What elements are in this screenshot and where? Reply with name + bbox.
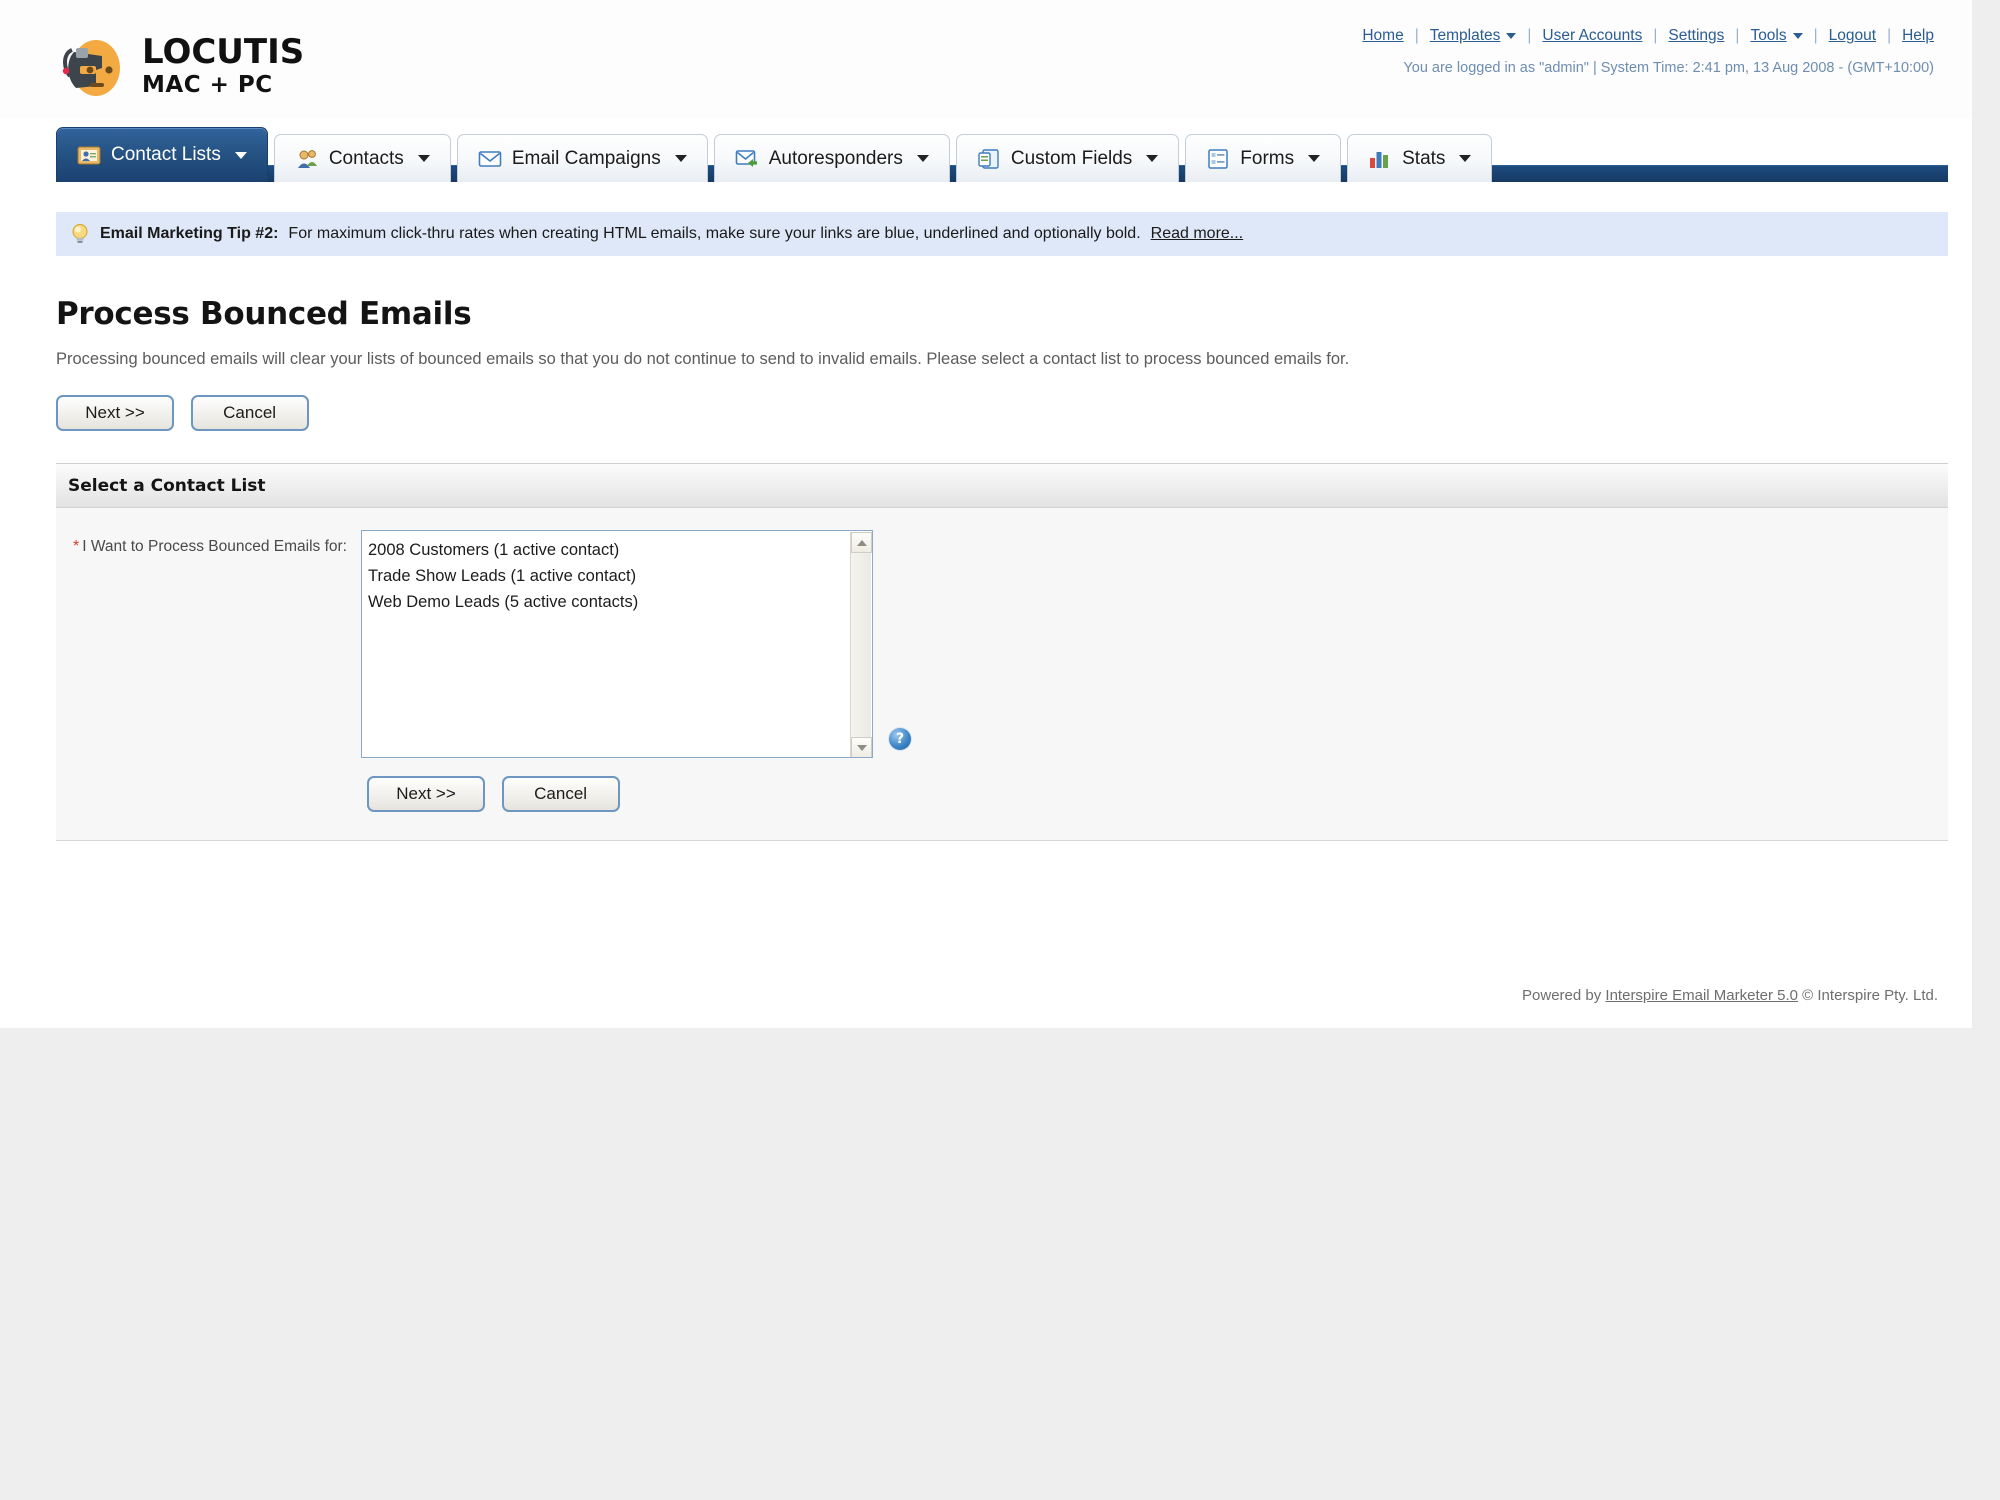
content-area: Email Marketing Tip #2: For maximum clic…	[56, 182, 1948, 961]
top-link-home[interactable]: Home	[1362, 27, 1403, 44]
contact-list-select[interactable]: 2008 Customers (1 active contact) Trade …	[361, 530, 873, 758]
tab-contacts-label: Contacts	[328, 147, 404, 169]
top-link-templates-label: Templates	[1429, 27, 1501, 44]
list-item[interactable]: 2008 Customers (1 active contact)	[368, 537, 864, 563]
nav-separator: |	[1813, 27, 1818, 44]
top-nav-links: Home | Templates | User Accounts | Settings | To…	[1362, 27, 1934, 45]
tip-text: For maximum click-thru rates when creati…	[288, 225, 1141, 242]
custom-fields-icon	[977, 148, 1001, 170]
chevron-down-icon	[417, 155, 430, 162]
tab-contacts[interactable]: Contacts	[273, 134, 451, 182]
footer-product-link[interactable]: Interspire Email Marketer 5.0	[1605, 987, 1798, 1004]
chevron-down-icon	[1308, 155, 1321, 162]
chevron-up-icon	[856, 539, 867, 546]
scroll-up-button[interactable]	[851, 532, 872, 553]
listbox-scrollbar[interactable]	[850, 532, 872, 757]
panel-header: Select a Contact List	[56, 464, 1948, 508]
envelope-icon	[478, 148, 502, 170]
tab-stats[interactable]: Stats	[1347, 134, 1493, 182]
tab-autoresponders-label: Autoresponders	[768, 147, 903, 169]
panel-body: * I Want to Process Bounced Emails for: 2…	[56, 508, 1948, 841]
nav-separator: |	[1653, 27, 1658, 44]
tip-label: Email Marketing Tip #2:	[100, 225, 279, 242]
contact-list-field-column: 2008 Customers (1 active contact) Trade …	[361, 530, 911, 758]
top-link-help[interactable]: Help	[1902, 27, 1934, 44]
tab-list: Contact Lists Contacts Email Campaigns A…	[56, 118, 1972, 182]
top-link-tools[interactable]: Tools	[1750, 27, 1803, 44]
forms-icon	[1206, 148, 1230, 170]
help-question-icon[interactable]: ?	[889, 728, 911, 750]
brand-logo[interactable]: LOCUTIS MAC + PC	[56, 30, 304, 102]
next-button-bottom[interactable]: Next >>	[367, 776, 485, 812]
cancel-button-bottom[interactable]: Cancel	[501, 776, 620, 812]
page-header: LOCUTIS MAC + PC Home | Templates | User Acc…	[0, 0, 1972, 118]
page-footer: Powered by Interspire Email Marketer 5.0…	[0, 961, 1972, 1024]
tab-custom-fields[interactable]: Custom Fields	[955, 134, 1180, 182]
footer-suffix: © Interspire Pty. Ltd.	[1802, 987, 1938, 1004]
tab-contact-lists-label: Contact Lists	[111, 144, 221, 165]
contacts-icon	[295, 148, 319, 170]
tab-custom-fields-label: Custom Fields	[1010, 147, 1133, 169]
chevron-down-icon	[234, 151, 247, 159]
contact-list-field-label: * I Want to Process Bounced Emails for:	[56, 530, 361, 556]
nav-separator: |	[1735, 27, 1740, 44]
contact-list-options: 2008 Customers (1 active contact) Trade …	[362, 531, 872, 615]
list-item[interactable]: Web Demo Leads (5 active contacts)	[368, 589, 864, 615]
top-link-user-accounts[interactable]: User Accounts	[1542, 27, 1642, 44]
scroll-down-button[interactable]	[851, 737, 872, 757]
tab-forms[interactable]: Forms	[1185, 134, 1342, 182]
contact-lists-icon	[77, 144, 101, 166]
tab-email-campaigns-label: Email Campaigns	[511, 147, 661, 169]
tab-email-campaigns[interactable]: Email Campaigns	[456, 134, 708, 182]
cancel-button-top[interactable]: Cancel	[190, 395, 309, 431]
chevron-down-icon	[1146, 155, 1159, 162]
page-title: Process Bounced Emails	[56, 296, 472, 332]
footer-prefix: Powered by	[1522, 987, 1602, 1004]
stats-bar-chart-icon	[1368, 148, 1392, 170]
top-link-settings[interactable]: Settings	[1668, 27, 1724, 44]
page-root: LOCUTIS MAC + PC Home | Templates | User Acc…	[0, 0, 2000, 1500]
contact-list-field-label-text: I Want to Process Bounced Emails for:	[82, 538, 347, 555]
select-contact-list-panel: Select a Contact List * I Want to Process…	[56, 463, 1948, 841]
tab-stats-label: Stats	[1402, 147, 1446, 169]
content-wrapper: Email Marketing Tip #2: For maximum clic…	[0, 182, 1972, 961]
form-row: * I Want to Process Bounced Emails for: 2…	[56, 530, 1948, 758]
top-action-buttons: Next >> Cancel	[56, 395, 1948, 431]
tab-contact-lists[interactable]: Contact Lists	[56, 127, 268, 182]
nav-separator: |	[1527, 27, 1532, 44]
required-marker: *	[73, 538, 80, 555]
list-item[interactable]: Trade Show Leads (1 active contact)	[368, 563, 864, 589]
brand-name: LOCUTIS	[142, 32, 305, 72]
next-button-top[interactable]: Next >>	[56, 395, 174, 431]
nav-separator: |	[1887, 27, 1892, 44]
nav-separator: |	[1414, 27, 1419, 44]
top-link-templates[interactable]: Templates	[1430, 27, 1517, 44]
chevron-down-icon	[1506, 32, 1517, 39]
page-description: Processing bounced emails will clear you…	[56, 350, 1350, 368]
chevron-down-icon	[674, 155, 687, 162]
autoresponder-icon	[735, 148, 759, 170]
tab-forms-label: Forms	[1240, 147, 1295, 169]
robot-head-logo-icon	[56, 30, 128, 102]
chevron-down-icon	[1792, 32, 1803, 39]
tip-read-more-link[interactable]: Read more...	[1151, 225, 1243, 243]
top-link-tools-label: Tools	[1750, 27, 1787, 44]
app-frame: LOCUTIS MAC + PC Home | Templates | User Acc…	[0, 0, 1972, 1028]
marketing-tip-banner: Email Marketing Tip #2: For maximum clic…	[56, 212, 1948, 256]
lightbulb-icon	[70, 223, 90, 245]
login-status-text: You are logged in as "admin" | System Ti…	[1403, 60, 1934, 76]
chevron-down-icon	[916, 155, 929, 162]
tab-autoresponders[interactable]: Autoresponders	[713, 134, 950, 182]
main-tab-bar: Contact Lists Contacts Email Campaigns A…	[0, 118, 1972, 182]
bottom-action-buttons: Next >> Cancel	[361, 776, 1948, 812]
brand-tagline: MAC + PC	[142, 72, 273, 98]
chevron-down-icon	[856, 744, 867, 751]
brand-wordmark: LOCUTIS MAC + PC	[142, 35, 304, 97]
top-link-logout[interactable]: Logout	[1829, 27, 1876, 44]
chevron-down-icon	[1459, 155, 1472, 162]
